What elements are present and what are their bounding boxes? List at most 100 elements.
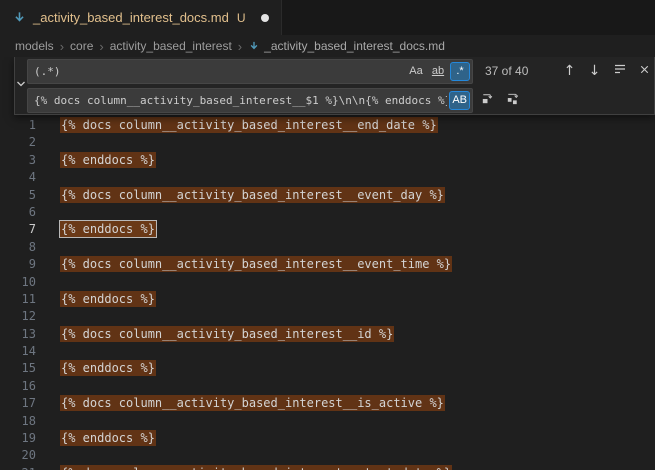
code-text: {% enddocs %} [36, 360, 156, 377]
code-line[interactable]: 1 {% docs column__activity_based_interest… [0, 117, 655, 134]
search-match: {% enddocs %} [60, 430, 156, 446]
code-text: {% docs column__activity_based_interest_… [36, 395, 445, 412]
chevron-right-icon: › [60, 40, 64, 53]
replace-input[interactable]: {% docs column__activity_based_interest_… [27, 88, 473, 113]
toggle-replace-button[interactable] [15, 57, 27, 114]
chevron-right-icon: › [99, 40, 103, 53]
code-line[interactable]: 3 {% enddocs %} [0, 152, 655, 169]
code-text: {% enddocs %} [36, 221, 156, 238]
code-line[interactable]: 9{% docs column__activity_based_interest… [0, 256, 655, 273]
code-line[interactable]: 7 {% enddocs %} [0, 221, 655, 238]
code-text: {% enddocs %} [36, 291, 156, 308]
find-input[interactable]: (.*) Aa ab .* [27, 59, 473, 84]
breadcrumb-item-models[interactable]: models [15, 39, 54, 53]
breadcrumb-file-label: _activity_based_interest_docs.md [264, 39, 445, 53]
code-line[interactable]: 17 {% docs column__activity_based_interes… [0, 395, 655, 412]
code-text: {% enddocs %} [36, 152, 156, 169]
code-line[interactable]: 15 {% enddocs %} [0, 360, 655, 377]
line-number: 7 [0, 221, 36, 238]
code-text: {% docs column__activity_based_interest_… [36, 187, 445, 204]
search-match: {% docs column__activity_based_interest_… [60, 117, 438, 133]
line-number: 15 [0, 360, 36, 377]
line-number: 12 [0, 308, 36, 325]
regex-button[interactable]: .* [450, 62, 470, 81]
line-number: 8 [0, 239, 36, 256]
line-number: 16 [0, 378, 36, 395]
line-number: 14 [0, 343, 36, 360]
code-line[interactable]: 10 [0, 274, 655, 291]
line-number: 4 [0, 169, 36, 186]
editor-tab[interactable]: _activity_based_interest_docs.md U [0, 0, 282, 35]
line-number: 5 [0, 187, 36, 204]
code-line[interactable]: 4 [0, 169, 655, 186]
search-match: {% docs column__activity_based_interest_… [60, 326, 394, 342]
search-match: {% docs column__activity_based_interest_… [60, 465, 452, 470]
line-number: 19 [0, 430, 36, 447]
breadcrumb: models › core › activity_based_interest … [0, 35, 655, 57]
next-match-button[interactable]: ↓ [584, 61, 605, 82]
find-input-value: (.*) [34, 65, 404, 78]
line-number: 6 [0, 204, 36, 221]
search-match: {% enddocs %} [60, 360, 156, 376]
breadcrumb-item-core[interactable]: core [70, 39, 93, 53]
line-number: 17 [0, 395, 36, 412]
editor[interactable]: (.*) Aa ab .* 37 of 40 ↑ ↓ [0, 57, 655, 470]
find-replace-widget: (.*) Aa ab .* 37 of 40 ↑ ↓ [14, 57, 655, 115]
preserve-case-button[interactable]: AB [449, 91, 470, 110]
code-text: {% docs column__activity_based_interest_… [36, 326, 394, 343]
code-line[interactable]: 8 [0, 239, 655, 256]
code-text: {% enddocs %} [36, 430, 156, 447]
markdown-file-icon [12, 10, 27, 25]
line-number: 18 [0, 413, 36, 430]
code-line[interactable]: 14 [0, 343, 655, 360]
tab-bar: _activity_based_interest_docs.md U [0, 0, 655, 35]
line-number: 9 [0, 256, 36, 273]
git-status-badge: U [237, 11, 246, 25]
code-line[interactable]: 18 [0, 413, 655, 430]
line-number: 3 [0, 152, 36, 169]
replace-button[interactable] [477, 90, 498, 111]
code-line[interactable]: 13 {% docs column__activity_based_interes… [0, 326, 655, 343]
code-line[interactable]: 5{% docs column__activity_based_interest… [0, 187, 655, 204]
unsaved-changes-dot[interactable] [261, 14, 269, 22]
whole-word-button[interactable]: ab [428, 62, 448, 81]
code-text: {% docs column__activity_based_interest_… [36, 256, 452, 273]
tab-title: _activity_based_interest_docs.md [33, 10, 229, 25]
code-line[interactable]: 12 [0, 308, 655, 325]
match-case-button[interactable]: Aa [406, 62, 426, 81]
code-text: {% docs column__activity_based_interest_… [36, 117, 438, 134]
previous-match-button[interactable]: ↑ [559, 61, 580, 82]
code-line[interactable]: 2 [0, 134, 655, 151]
search-match: {% enddocs %} [60, 152, 156, 168]
breadcrumb-item-file[interactable]: _activity_based_interest_docs.md [248, 39, 445, 53]
replace-icon [480, 91, 495, 110]
line-number: 2 [0, 134, 36, 151]
code-line[interactable]: 20 [0, 447, 655, 464]
line-number: 11 [0, 291, 36, 308]
search-match: {% docs column__activity_based_interest_… [60, 395, 445, 411]
line-number: 13 [0, 326, 36, 343]
code-area[interactable]: 1 {% docs column__activity_based_interest… [0, 57, 655, 470]
replace-input-value: {% docs column__activity_based_interest_… [34, 94, 447, 107]
code-line[interactable]: 21 {% docs column__activity_based_interes… [0, 465, 655, 470]
search-match: {% enddocs %} [60, 291, 156, 307]
close-icon [638, 63, 651, 80]
code-line[interactable]: 16 [0, 378, 655, 395]
results-count: 37 of 40 [485, 64, 555, 78]
find-in-selection-button[interactable] [609, 61, 630, 82]
close-button[interactable] [634, 61, 655, 82]
code-line[interactable]: 19 {% enddocs %} [0, 430, 655, 447]
line-number: 21 [0, 465, 36, 470]
code-text: {% docs column__activity_based_interest_… [36, 465, 452, 470]
line-number: 20 [0, 447, 36, 464]
breadcrumb-item-activity-based-interest[interactable]: activity_based_interest [110, 39, 232, 53]
line-number: 10 [0, 274, 36, 291]
find-in-selection-icon [613, 62, 627, 80]
line-number: 1 [0, 117, 36, 134]
find-row: (.*) Aa ab .* 37 of 40 ↑ ↓ [27, 59, 655, 84]
code-line[interactable]: 11 {% enddocs %} [0, 291, 655, 308]
code-line[interactable]: 6 [0, 204, 655, 221]
search-match: {% enddocs %} [60, 221, 156, 237]
replace-all-button[interactable] [502, 90, 523, 111]
chevron-down-icon [15, 77, 27, 95]
